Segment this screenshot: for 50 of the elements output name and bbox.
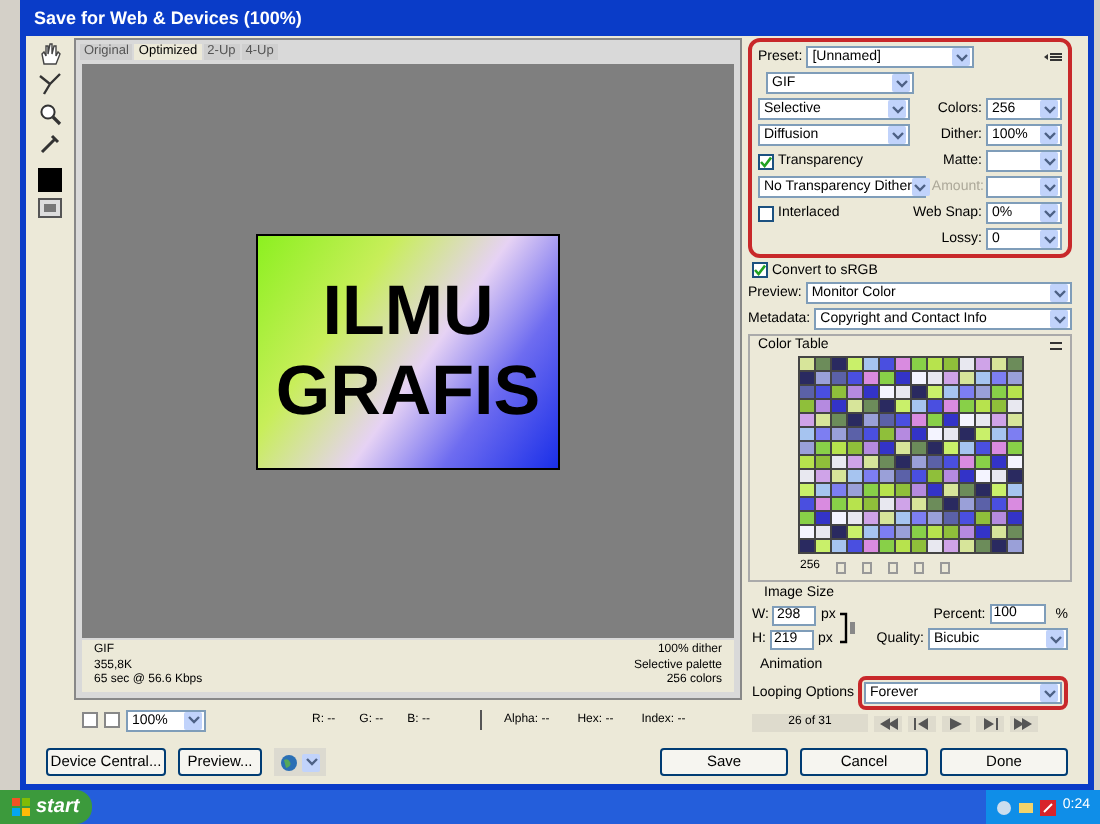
windows-logo-icon: [12, 798, 30, 816]
playback-icon[interactable]: [874, 715, 902, 731]
menu-icon[interactable]: [1050, 342, 1062, 350]
zoom-icon[interactable]: [38, 102, 62, 126]
checkbox[interactable]: [758, 153, 774, 169]
chevron-icon: [184, 711, 202, 729]
start-button[interactable]: start: [0, 790, 92, 824]
chevron-icon: [1040, 152, 1058, 170]
chevron-icon: [1040, 204, 1058, 222]
chevron-icon: [1040, 100, 1058, 118]
color-table-tool-icon[interactable]: [862, 561, 873, 573]
chevron-icon: [952, 48, 971, 66]
matte-dropdown[interactable]: [986, 150, 1062, 172]
globe-icon: [280, 753, 298, 771]
playback-icon[interactable]: [976, 715, 1004, 731]
chevron-icon: [1046, 630, 1064, 648]
slice-select-icon[interactable]: [38, 72, 62, 96]
artwork-text: ILMU: [322, 271, 494, 351]
eyedropper-color-swatch[interactable]: [38, 168, 62, 192]
antivirus-icon[interactable]: [1040, 799, 1057, 815]
browser-dropdown[interactable]: [274, 748, 326, 776]
chevron-icon: [1040, 684, 1058, 702]
chevron-icon: [1040, 126, 1058, 144]
chevron-icon: [1040, 178, 1058, 196]
zoom-out-button[interactable]: [82, 712, 98, 728]
zoom-in-button[interactable]: [104, 712, 120, 728]
playback-icon[interactable]: [908, 715, 936, 731]
playback-icon[interactable]: [1010, 715, 1038, 731]
color-table-tool-icon[interactable]: [940, 561, 951, 573]
chevron-icon: [888, 126, 906, 144]
amount-dropdown[interactable]: [986, 176, 1062, 198]
chevron-icon: [911, 178, 930, 196]
playback-icon[interactable]: [942, 715, 970, 731]
color-table-tool-icon[interactable]: [836, 561, 847, 573]
color-table-tool-icon[interactable]: [914, 561, 925, 573]
color-table-tool-icon[interactable]: [888, 561, 899, 573]
slice-visibility-icon[interactable]: [38, 198, 62, 218]
chevron-icon: [892, 74, 910, 92]
chevron-icon: [888, 100, 906, 118]
checkbox[interactable]: [752, 262, 768, 278]
checkbox[interactable]: [758, 205, 774, 221]
chevron-icon: [1050, 310, 1068, 328]
chevron-icon: [1040, 230, 1058, 248]
window-title: Save for Web & Devices (100%): [34, 6, 302, 33]
menu-icon[interactable]: [1044, 52, 1062, 62]
chevron-icon: [302, 753, 320, 771]
chevron-icon: [1050, 284, 1068, 302]
eyedropper-icon[interactable]: [38, 132, 62, 156]
hand-tool-icon[interactable]: [38, 42, 62, 66]
constrain-link-icon[interactable]: [839, 609, 856, 645]
